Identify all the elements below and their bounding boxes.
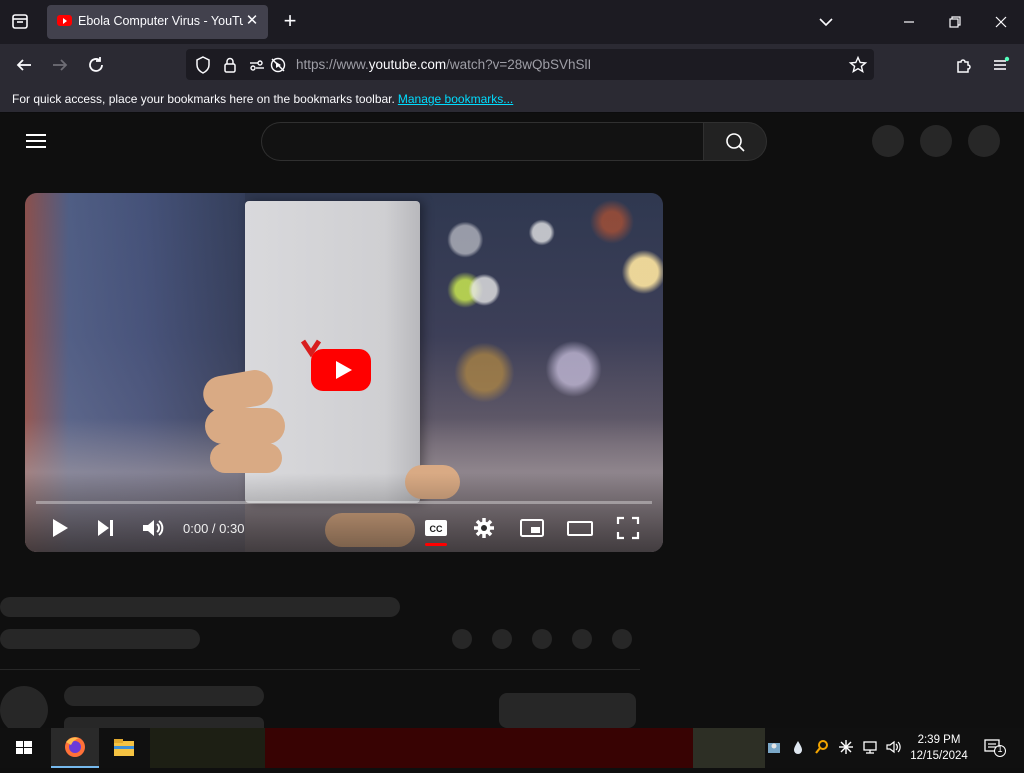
fullscreen-icon[interactable] <box>615 515 641 541</box>
extensions-puzzle-icon[interactable] <box>951 52 977 78</box>
taskbar-background-segment <box>150 728 265 768</box>
avatar-skeleton <box>0 686 48 734</box>
url-path: /watch?v=28wQbSVhSlI <box>446 57 592 72</box>
header-placeholder-circle <box>872 125 904 157</box>
url-text[interactable]: https://www.youtube.com/watch?v=28wQbSVh… <box>296 57 591 72</box>
channel-skeleton <box>0 629 200 649</box>
play-icon[interactable] <box>47 515 73 541</box>
action-skeleton <box>572 629 592 649</box>
list-all-tabs-button[interactable] <box>814 10 838 34</box>
sparkle-icon[interactable] <box>837 738 855 756</box>
bookmarks-toolbar: For quick access, place your bookmarks h… <box>0 85 1024 113</box>
title-skeleton <box>0 597 400 617</box>
new-tab-button[interactable]: + <box>277 9 303 35</box>
action-skeleton <box>492 629 512 649</box>
action-skeleton <box>452 629 472 649</box>
network-icon[interactable] <box>861 738 879 756</box>
cc-active-indicator <box>425 543 447 546</box>
restore-window-button[interactable] <box>943 10 967 34</box>
forward-arrow-icon[interactable] <box>47 52 73 78</box>
theater-mode-icon[interactable] <box>567 515 593 541</box>
settings-gear-icon[interactable] <box>471 515 497 541</box>
firefox-taskbar-icon[interactable] <box>51 728 99 768</box>
windows-taskbar: 2:39 PM 12/15/2024 1 <box>0 728 1024 768</box>
notification-center-icon[interactable]: 1 <box>983 738 1007 758</box>
droplet-icon[interactable] <box>789 738 807 756</box>
cc-label: CC <box>430 524 443 534</box>
url-prefix: https://www. <box>296 57 369 72</box>
browser-tab-bar: Ebola Computer Virus - YouTube ✕ + <box>0 0 1024 44</box>
close-window-button[interactable] <box>989 10 1013 34</box>
subtitles-cc-icon[interactable]: CC <box>423 515 449 541</box>
action-skeleton <box>532 629 552 649</box>
manage-bookmarks-link[interactable]: Manage bookmarks... <box>398 92 513 106</box>
bookmark-star-icon[interactable] <box>848 55 868 75</box>
time-display: 0:00 / 0:30 <box>183 521 245 536</box>
notification-count: 1 <box>997 744 1003 754</box>
next-video-icon[interactable] <box>93 515 119 541</box>
app-menu-icon[interactable] <box>987 52 1013 78</box>
miniplayer-icon[interactable] <box>519 515 545 541</box>
autoplay-blocked-icon[interactable] <box>268 55 288 75</box>
bookmarks-hint-text: For quick access, place your bookmarks h… <box>12 92 395 106</box>
clock-date: 12/15/2024 <box>910 750 968 762</box>
volume-icon[interactable] <box>140 515 166 541</box>
bookmarks-hint: For quick access, place your bookmarks h… <box>12 92 513 106</box>
divider <box>0 669 640 670</box>
speaker-volume-icon[interactable] <box>885 738 903 756</box>
tray-app-icon[interactable] <box>765 738 783 756</box>
youtube-favicon-icon <box>57 15 72 26</box>
header-placeholder-circle <box>968 125 1000 157</box>
video-player[interactable]: 0:00 / 0:30 CC <box>25 193 663 552</box>
search-key-icon[interactable] <box>813 738 831 756</box>
tab-close-icon[interactable]: ✕ <box>244 13 260 29</box>
tab-title: Ebola Computer Virus - YouTube <box>78 14 243 28</box>
subscribe-skeleton <box>499 693 636 728</box>
taskbar-background-segment <box>265 728 693 768</box>
file-explorer-taskbar-icon[interactable] <box>100 728 148 768</box>
taskbar-clock[interactable]: 2:39 PM 12/15/2024 <box>904 732 974 764</box>
search-icon <box>726 133 745 152</box>
guide-menu-icon[interactable] <box>24 131 48 149</box>
description-skeleton <box>64 717 264 728</box>
video-hand <box>210 443 282 473</box>
tab-youtube[interactable]: Ebola Computer Virus - YouTube ✕ <box>47 5 268 39</box>
reload-icon[interactable] <box>83 52 109 78</box>
tracking-protection-shield-icon[interactable] <box>193 55 213 75</box>
navigation-toolbar: https://www.youtube.com/watch?v=28wQbSVh… <box>0 44 1024 85</box>
youtube-logo-icon <box>301 339 371 391</box>
windows-start-icon[interactable] <box>6 728 42 768</box>
minimize-window-button[interactable] <box>897 10 921 34</box>
back-arrow-icon[interactable] <box>11 52 37 78</box>
header-placeholder-circle <box>920 125 952 157</box>
action-skeleton <box>612 629 632 649</box>
video-hand <box>205 408 285 444</box>
url-bar[interactable]: https://www.youtube.com/watch?v=28wQbSVh… <box>186 49 874 80</box>
taskbar-background-segment <box>693 728 765 768</box>
clock-time: 2:39 PM <box>917 734 961 746</box>
progress-bar[interactable] <box>36 501 652 504</box>
search-button[interactable] <box>703 122 767 161</box>
description-skeleton <box>64 686 264 706</box>
search-input[interactable] <box>261 122 704 161</box>
permissions-icon[interactable] <box>247 55 267 75</box>
url-host: youtube.com <box>368 57 447 72</box>
lock-icon[interactable] <box>220 55 240 75</box>
firefox-view-icon[interactable] <box>6 9 34 35</box>
youtube-page: 0:00 / 0:30 CC <box>0 113 1024 734</box>
